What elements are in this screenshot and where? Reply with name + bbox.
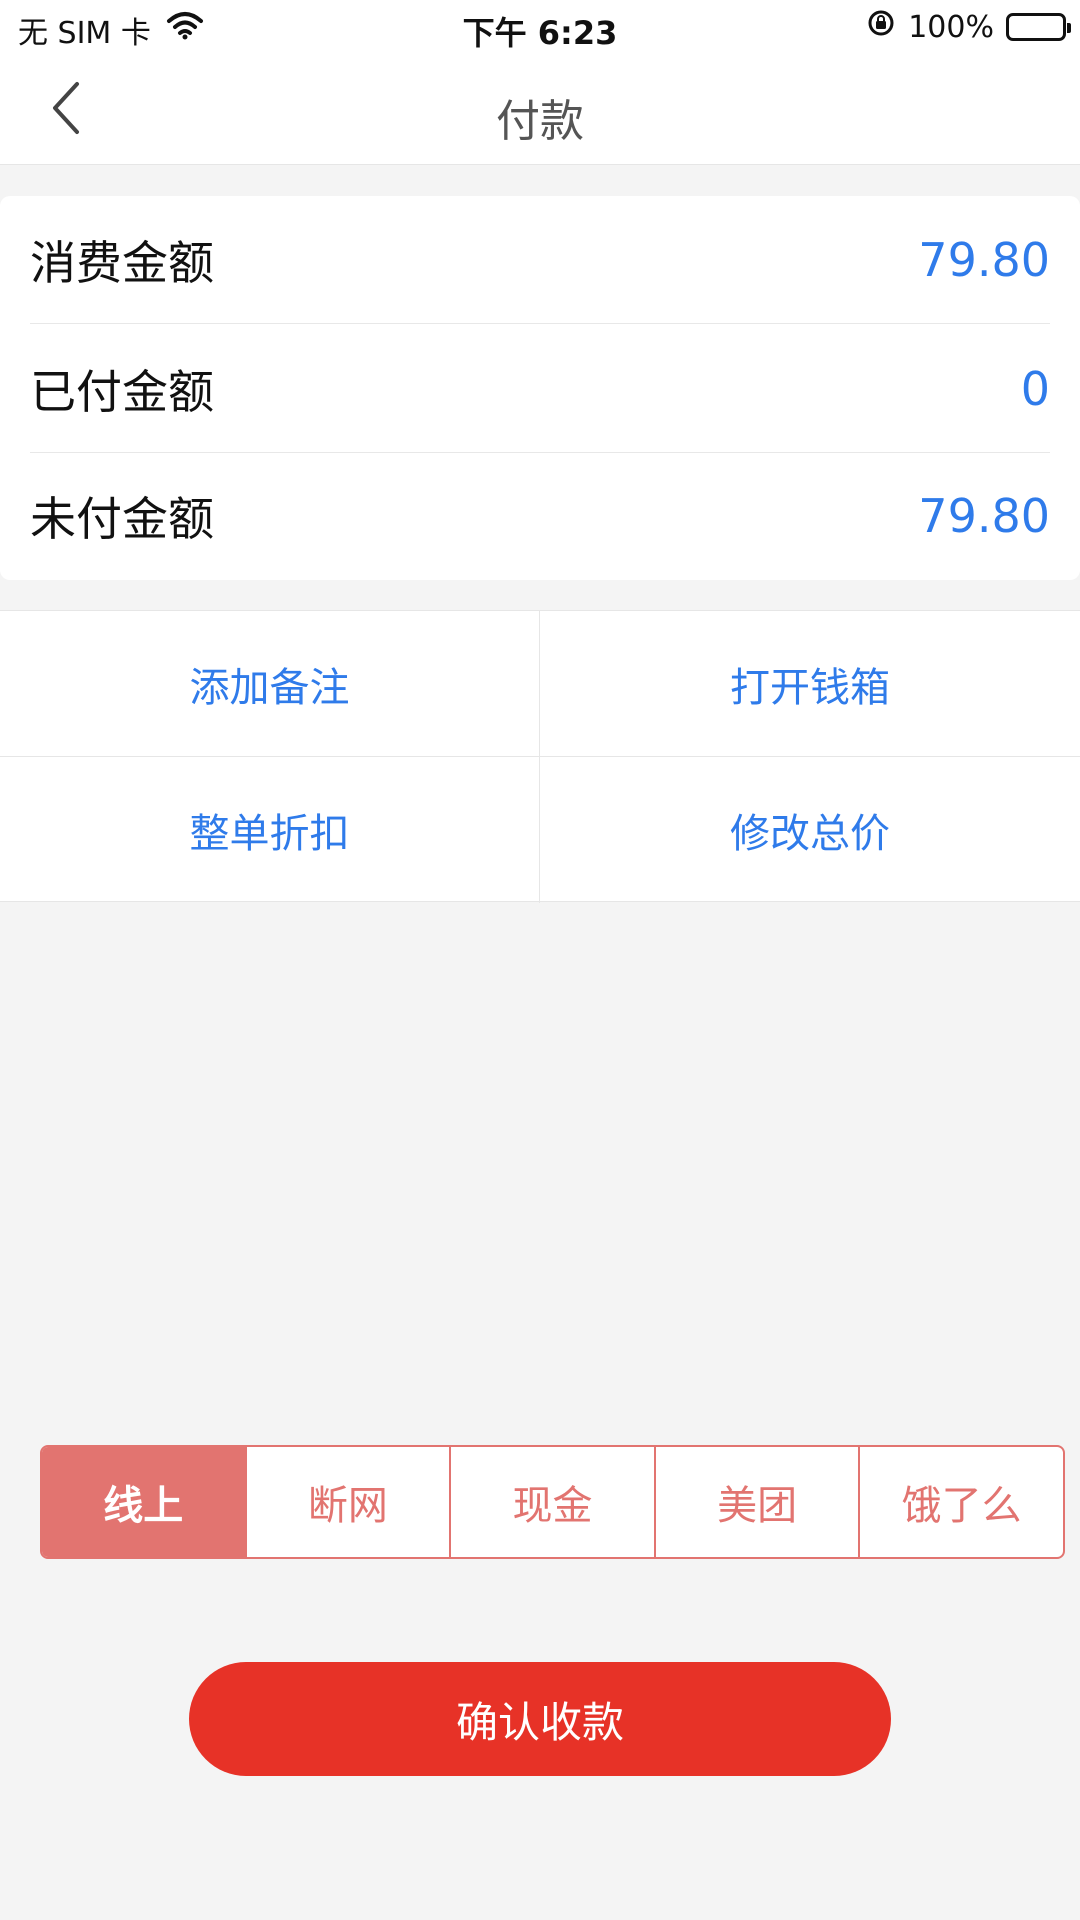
amount-row-paid: 已付金额 0 bbox=[30, 325, 1050, 453]
action-grid: 添加备注 打开钱箱 整单折扣 修改总价 bbox=[0, 610, 1080, 903]
order-discount-button[interactable]: 整单折扣 bbox=[0, 757, 540, 903]
amount-label: 已付金额 bbox=[30, 364, 214, 419]
amount-value: 79.80 bbox=[918, 232, 1050, 287]
amount-row-consumption: 消费金额 79.80 bbox=[30, 196, 1050, 324]
add-note-button[interactable]: 添加备注 bbox=[0, 611, 540, 757]
payment-method-eleme[interactable]: 饿了么 bbox=[860, 1447, 1063, 1557]
amount-label: 未付金额 bbox=[30, 492, 214, 546]
amount-row-unpaid: 未付金额 79.80 bbox=[30, 452, 1050, 580]
payment-method-meituan[interactable]: 美团 bbox=[656, 1447, 861, 1557]
amount-summary-card: 消费金额 79.80 已付金额 0 未付金额 79.80 bbox=[0, 196, 1080, 580]
confirm-payment-button[interactable]: 确认收款 bbox=[189, 1662, 891, 1776]
amount-value: 0 bbox=[1020, 361, 1050, 416]
payment-method-offline[interactable]: 断网 bbox=[247, 1447, 452, 1557]
payment-method-cash[interactable]: 现金 bbox=[451, 1447, 656, 1557]
amount-value: 79.80 bbox=[918, 489, 1050, 543]
edit-total-button[interactable]: 修改总价 bbox=[540, 757, 1080, 903]
battery-percent: 100% bbox=[908, 9, 994, 45]
payment-method-online[interactable]: 线上 bbox=[42, 1447, 247, 1557]
open-cash-drawer-button[interactable]: 打开钱箱 bbox=[540, 611, 1080, 757]
payment-method-selector: 线上 断网 现金 美团 饿了么 bbox=[40, 1445, 1065, 1559]
page-title: 付款 bbox=[496, 96, 584, 147]
status-bar: 无 SIM 卡 下午 6:23 100% bbox=[0, 0, 1080, 55]
battery-icon bbox=[1006, 13, 1071, 41]
navigation-bar: 付款 bbox=[0, 55, 1080, 165]
rotation-lock-icon bbox=[866, 8, 896, 46]
amount-label: 消费金额 bbox=[30, 235, 214, 290]
